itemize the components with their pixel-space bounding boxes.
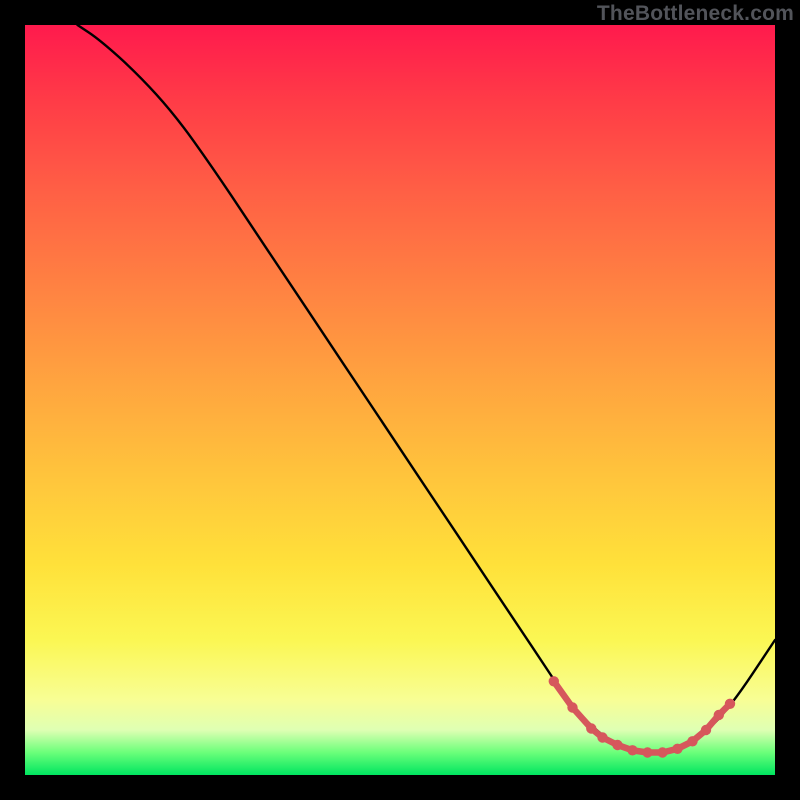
optimal-range-point [627,745,637,755]
optimal-range-point [687,736,697,746]
optimal-range-point [612,740,622,750]
chart-plot-area [25,25,775,775]
watermark-text: TheBottleneck.com [597,2,794,26]
optimal-range-point [586,723,596,733]
optimal-range-point [725,699,735,709]
optimal-range-point [672,744,682,754]
optimal-range-point [657,747,667,757]
optimal-range-point [714,710,724,720]
chart-svg [25,25,775,775]
optimal-range-line [554,681,730,752]
optimal-range-markers [549,676,736,758]
optimal-range-point [549,676,559,686]
optimal-range-point [597,732,607,742]
optimal-range-point [701,725,711,735]
chart-stage: TheBottleneck.com [0,0,800,800]
curve-group [78,25,776,753]
optimal-range-point [642,747,652,757]
bottleneck-curve [78,25,776,753]
optimal-range-point [567,702,577,712]
